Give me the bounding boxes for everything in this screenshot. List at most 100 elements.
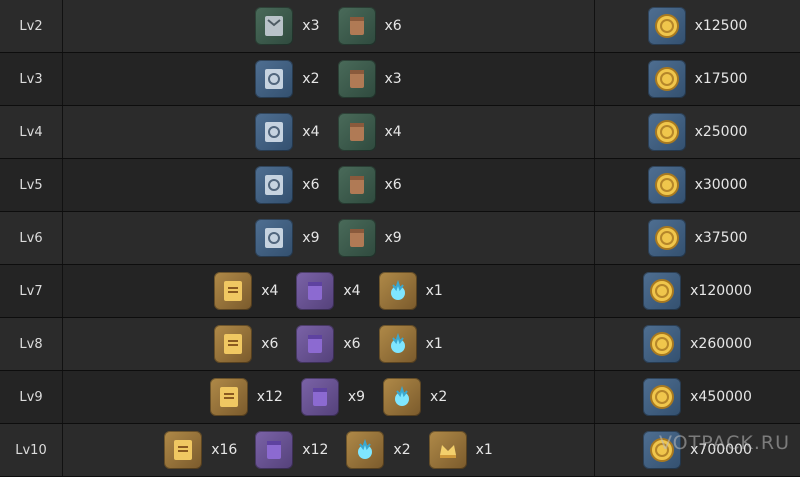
material-item: x6	[296, 325, 361, 363]
table-row: Lv7 x4 x4 x1 x120000	[0, 265, 800, 318]
materials-cell: x9 x9	[63, 212, 595, 264]
material-qty: x9	[302, 230, 320, 246]
material-qty: x6	[384, 18, 402, 34]
material-qty: x16	[211, 442, 238, 458]
mora-item: x17500	[647, 60, 748, 98]
material-item: x3	[255, 7, 320, 45]
material-qty: x12	[302, 442, 329, 458]
mora-cell: x17500	[595, 53, 800, 105]
rare-scroll-icon	[255, 431, 294, 469]
material-qty: x4	[261, 283, 279, 299]
boss-drop-icon	[378, 325, 417, 363]
material-item: x3	[337, 60, 402, 98]
material-item: x12	[209, 378, 283, 416]
material-qty: x4	[384, 124, 402, 140]
material-qty: x4	[302, 124, 320, 140]
materials-cell: x3 x6	[63, 0, 595, 52]
mora-coin-icon	[643, 378, 682, 416]
material-item: x9	[255, 219, 320, 257]
guide-book-icon	[255, 166, 294, 204]
mora-coin-icon	[643, 325, 682, 363]
material-qty: x2	[302, 71, 320, 87]
mora-item: x25000	[647, 113, 748, 151]
philosophies-book-icon	[164, 431, 203, 469]
level-label: Lv7	[0, 265, 63, 317]
mora-qty: x450000	[690, 389, 752, 405]
mora-item: x30000	[647, 166, 748, 204]
mora-qty: x30000	[694, 177, 748, 193]
material-item: x2	[383, 378, 447, 416]
mora-item: x37500	[647, 219, 748, 257]
material-item: x9	[300, 378, 365, 416]
mora-cell: x260000	[595, 318, 800, 370]
table-row: Lv3 x2 x3 x17500	[0, 53, 800, 106]
common-scroll-icon	[337, 166, 376, 204]
mora-qty: x260000	[690, 336, 752, 352]
material-item: x6	[337, 7, 402, 45]
table-row: Lv9 x12 x9 x2 x450000	[0, 371, 800, 424]
material-qty: x3	[384, 71, 402, 87]
common-scroll-icon	[337, 113, 376, 151]
table-row: Lv5 x6 x6 x30000	[0, 159, 800, 212]
level-label: Lv5	[0, 159, 63, 211]
common-scroll-icon	[337, 60, 376, 98]
boss-drop-icon	[383, 378, 422, 416]
material-qty: x4	[343, 283, 361, 299]
mora-coin-icon	[647, 219, 686, 257]
material-qty: x1	[425, 336, 443, 352]
material-qty: x6	[384, 177, 402, 193]
teachings-book-icon	[255, 7, 294, 45]
mora-cell: x25000	[595, 106, 800, 158]
table-row: Lv2 x3 x6 x12500	[0, 0, 800, 53]
mora-qty: x17500	[694, 71, 748, 87]
material-item: x1	[428, 431, 493, 469]
level-label: Lv9	[0, 371, 63, 423]
material-qty: x1	[475, 442, 493, 458]
mora-qty: x25000	[694, 124, 748, 140]
mora-coin-icon	[643, 272, 682, 310]
material-item: x1	[378, 325, 443, 363]
mora-qty: x120000	[690, 283, 752, 299]
common-scroll-icon	[337, 219, 376, 257]
level-label: Lv10	[0, 424, 63, 476]
boss-drop-icon	[346, 431, 385, 469]
material-item: x6	[214, 325, 278, 363]
philosophies-book-icon	[214, 325, 253, 363]
mora-coin-icon	[647, 113, 686, 151]
level-label: Lv8	[0, 318, 63, 370]
material-item: x4	[214, 272, 278, 310]
rare-scroll-icon	[296, 325, 335, 363]
boss-drop-icon	[378, 272, 417, 310]
material-item: x4	[296, 272, 361, 310]
material-item: x2	[346, 431, 411, 469]
material-qty: x6	[302, 177, 320, 193]
mora-coin-icon	[647, 7, 686, 45]
materials-cell: x6 x6	[63, 159, 595, 211]
philosophies-book-icon	[209, 378, 248, 416]
material-qty: x3	[302, 18, 320, 34]
table-row: Lv8 x6 x6 x1 x260000	[0, 318, 800, 371]
mora-item: x12500	[647, 7, 747, 45]
level-label: Lv4	[0, 106, 63, 158]
material-item: x12	[255, 431, 328, 469]
guide-book-icon	[255, 219, 294, 257]
materials-cell: x16 x12 x2 x1	[63, 424, 595, 476]
materials-cell: x4 x4 x1	[63, 265, 595, 317]
mora-cell: x37500	[595, 212, 800, 264]
mora-item: x450000	[643, 378, 752, 416]
materials-cell: x4 x4	[63, 106, 595, 158]
mora-item: x260000	[643, 325, 752, 363]
mora-qty: x37500	[694, 230, 748, 246]
material-item: x1	[378, 272, 443, 310]
rare-scroll-icon	[300, 378, 339, 416]
mora-item: x120000	[643, 272, 752, 310]
guide-book-icon	[255, 113, 294, 151]
material-item: x4	[255, 113, 320, 151]
material-qty: x9	[384, 230, 402, 246]
mora-cell: x12500	[595, 0, 800, 52]
material-qty: x12	[256, 389, 283, 405]
mora-coin-icon	[647, 166, 686, 204]
material-qty: x2	[393, 442, 411, 458]
materials-cell: x12 x9 x2	[63, 371, 595, 423]
level-label: Lv6	[0, 212, 63, 264]
